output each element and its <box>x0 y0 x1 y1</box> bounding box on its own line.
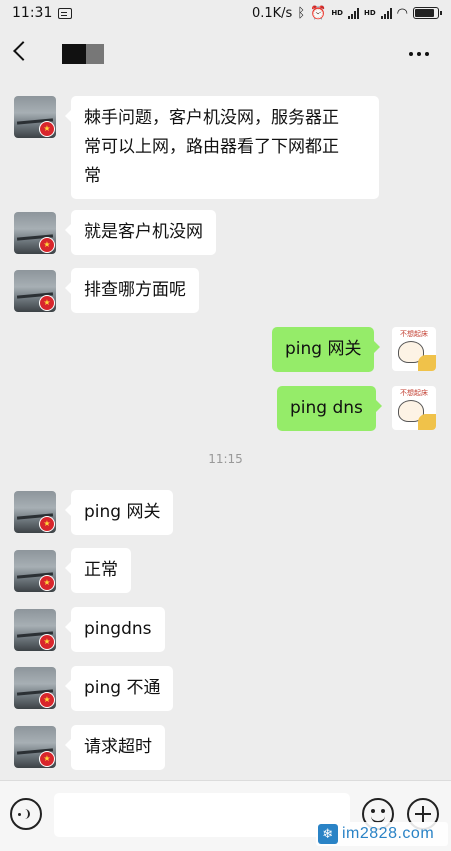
self-avatar[interactable]: 不想起床 <box>392 386 436 430</box>
network-speed: 0.1K/s <box>251 5 293 21</box>
message-bubble[interactable]: 请求超时 <box>65 725 165 770</box>
voice-input-icon[interactable] <box>10 798 42 830</box>
timestamp: 11:15 <box>208 452 243 466</box>
sticker-caption: 不想起床 <box>400 330 428 338</box>
message-bubble[interactable]: ping 网关 <box>64 490 174 535</box>
message-bubble[interactable]: 正常 <box>65 548 131 593</box>
message-notification-icon <box>58 7 73 19</box>
chat-header <box>0 26 451 82</box>
china-flag-icon: ★ <box>39 516 55 532</box>
message-bubble[interactable]: 就是客户机没网 <box>65 210 216 255</box>
china-flag-icon: ★ <box>39 692 55 708</box>
avatar[interactable]: ★ <box>14 667 56 709</box>
avatar[interactable]: ★ <box>14 212 56 254</box>
more-dots-icon[interactable] <box>409 52 429 56</box>
watermark-text: im2828.com <box>342 825 435 842</box>
message-bubble-self[interactable]: ping 网关 <box>272 327 381 372</box>
china-flag-icon: ★ <box>39 121 55 137</box>
avatar[interactable]: ★ <box>14 491 56 533</box>
message-text: 就是客户机没网 <box>84 222 203 242</box>
message-bubble[interactable]: pingdns <box>65 607 165 652</box>
message-text-line: 棘手问题，客户机没网，服务器正 <box>84 108 339 128</box>
sticker-caption: 不想起床 <box>400 389 428 397</box>
message-bubble[interactable]: ping 不通 <box>64 666 174 711</box>
message-text-line: 常 <box>84 166 101 186</box>
message-text: ping 网关 <box>84 502 161 522</box>
bluetooth-icon: ᛒ <box>297 5 306 21</box>
china-flag-icon: ★ <box>39 634 55 650</box>
message-bubble-self[interactable]: ping dns <box>277 386 382 431</box>
hd-label-2: HD <box>363 9 376 17</box>
message-input[interactable] <box>54 793 350 837</box>
message-text: ping 网关 <box>285 339 362 359</box>
message-text: 排查哪方面呢 <box>84 280 186 300</box>
battery-icon <box>413 7 442 19</box>
message-text-line: 常可以上网，路由器看了下网都正 <box>84 137 339 157</box>
message-bubble[interactable]: 棘手问题，客户机没网，服务器正 常可以上网，路由器看了下网都正 常 <box>65 96 379 199</box>
message-text: ping dns <box>290 398 363 418</box>
status-bar: 11:31 0.1K/s ᛒ ⏰ HD HD ◠ <box>0 0 451 26</box>
message-bubble[interactable]: 排查哪方面呢 <box>65 268 199 313</box>
china-flag-icon: ★ <box>39 751 55 767</box>
message-text: ping 不通 <box>84 678 161 698</box>
sticker-pillow-icon <box>418 355 436 371</box>
message-text: 请求超时 <box>84 737 152 757</box>
china-flag-icon: ★ <box>39 575 55 591</box>
back-chevron-icon[interactable] <box>13 41 33 61</box>
avatar[interactable]: ★ <box>14 726 56 768</box>
self-avatar[interactable]: 不想起床 <box>392 327 436 371</box>
message-text: 正常 <box>84 560 118 580</box>
redacted-contact-name <box>62 44 104 64</box>
avatar[interactable]: ★ <box>14 550 56 592</box>
avatar[interactable]: ★ <box>14 96 56 138</box>
wifi-icon: ◠ <box>396 5 408 21</box>
signal-icon-1 <box>347 7 359 19</box>
status-time: 11:31 <box>12 5 53 21</box>
china-flag-icon: ★ <box>39 237 55 253</box>
avatar[interactable]: ★ <box>14 270 56 312</box>
status-right: 0.1K/s ᛒ ⏰ HD HD ◠ <box>251 5 442 21</box>
alarm-icon: ⏰ <box>310 5 327 21</box>
sticker-pillow-icon <box>418 414 436 430</box>
hd-label-1: HD <box>331 9 343 17</box>
message-text: pingdns <box>84 619 152 639</box>
china-flag-icon: ★ <box>39 295 55 311</box>
avatar[interactable]: ★ <box>14 609 56 651</box>
snowflake-logo-icon: ❄ <box>318 824 338 844</box>
signal-icon-2 <box>380 7 392 19</box>
watermark: ❄ im2828.com <box>316 822 448 846</box>
